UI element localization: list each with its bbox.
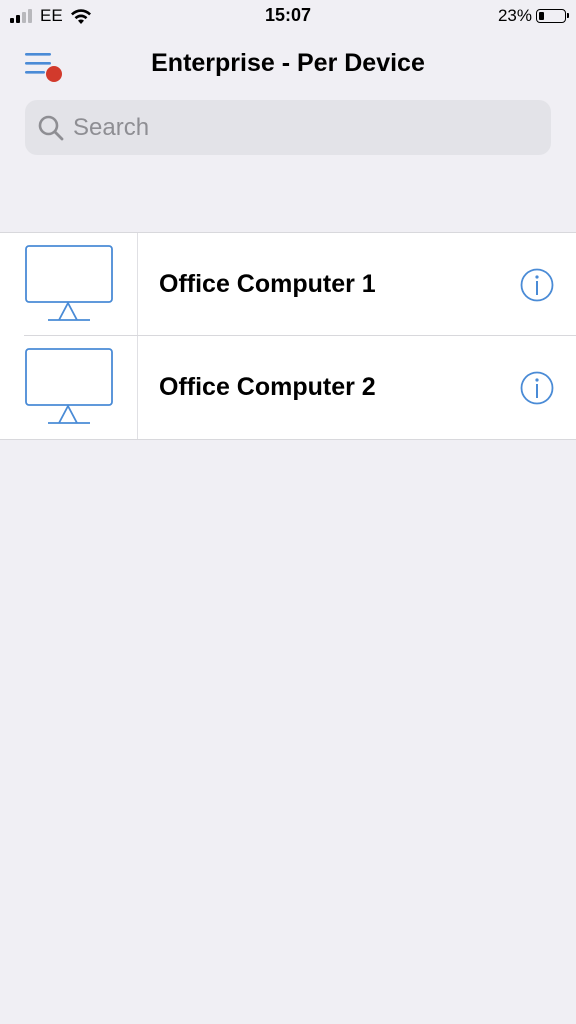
navigation-bar: Enterprise - Per Device <box>0 36 576 94</box>
info-icon[interactable] <box>520 371 554 405</box>
monitor-icon <box>25 245 113 321</box>
search-bar[interactable] <box>25 100 551 155</box>
device-thumbnail <box>0 336 138 439</box>
clock: 15:07 <box>264 5 312 25</box>
battery-icon <box>536 9 569 23</box>
status-right: 23% <box>497 5 569 27</box>
device-name: Office Computer 1 <box>159 270 376 298</box>
device-list: Office Computer 1 Office Computer 2 <box>0 232 576 440</box>
list-item[interactable]: Office Computer 2 <box>0 335 576 439</box>
status-bar: EE 15:07 23% <box>0 0 576 34</box>
search-icon <box>38 115 64 140</box>
battery-level-fill <box>539 12 544 20</box>
info-icon[interactable] <box>520 268 554 302</box>
search-input[interactable] <box>73 113 513 142</box>
notification-dot <box>46 66 62 82</box>
device-thumbnail <box>0 233 138 336</box>
battery-percentage: 23% <box>497 6 532 25</box>
list-item[interactable]: Office Computer 1 <box>0 233 576 336</box>
page-title: Enterprise - Per Device <box>151 49 425 77</box>
device-name: Office Computer 2 <box>159 373 376 401</box>
monitor-icon <box>25 348 113 424</box>
